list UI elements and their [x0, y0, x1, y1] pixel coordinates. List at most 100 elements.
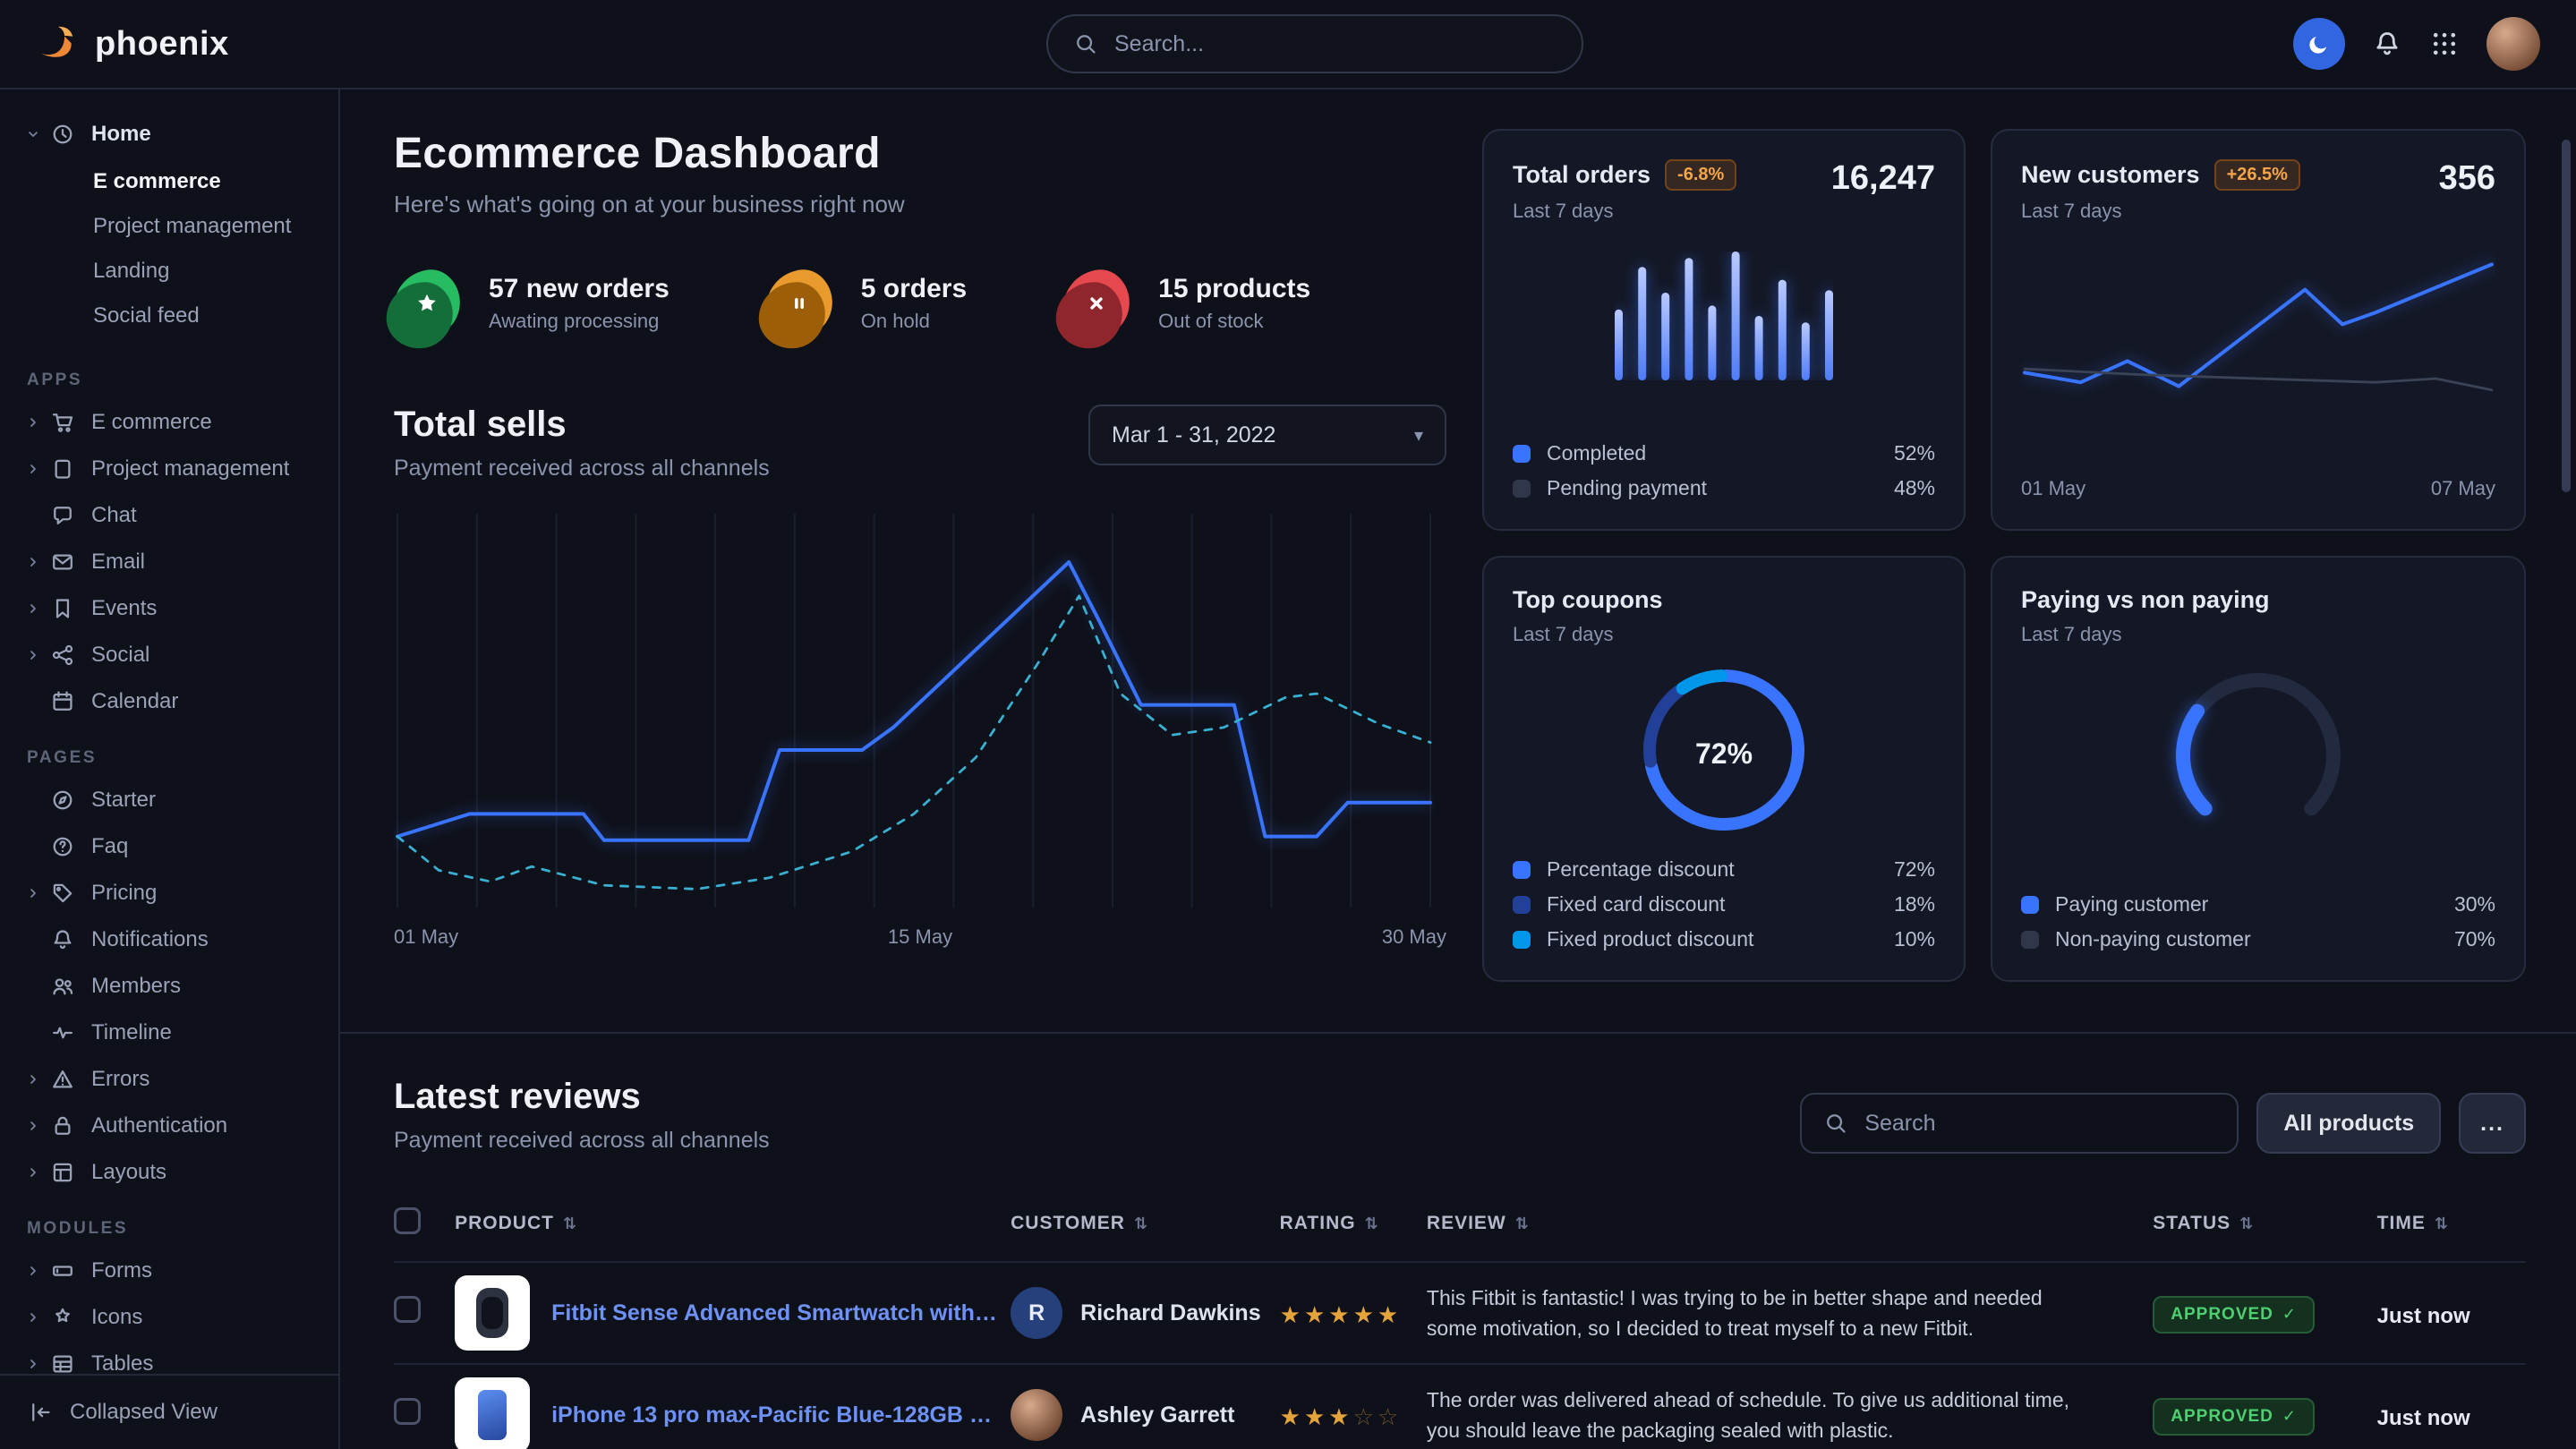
reviews-search[interactable]	[1800, 1093, 2239, 1154]
bell-icon	[2372, 29, 2402, 59]
sidebar-item-tables[interactable]: Tables	[0, 1341, 338, 1374]
sort-icon: ⇅	[1134, 1215, 1148, 1232]
sidebar-item-e-commerce[interactable]: E commerce	[0, 159, 338, 204]
x-axis-label: 01 May	[2021, 477, 2086, 500]
product-thumbnail	[455, 1377, 530, 1449]
column-header-rating[interactable]: RATING⇅	[1280, 1186, 1427, 1262]
sidebar-item-chat[interactable]: Chat	[0, 492, 338, 539]
review-time: Just now	[2377, 1304, 2470, 1328]
star-icon	[413, 289, 441, 318]
reviews-search-input[interactable]	[1864, 1111, 2215, 1137]
column-header-customer[interactable]: CUSTOMER⇅	[1011, 1186, 1280, 1262]
column-header-status[interactable]: STATUS⇅	[2153, 1186, 2376, 1262]
card-period: Last 7 days	[1513, 200, 1736, 223]
top-coupons-legend: Percentage discount 72% Fixed card disco…	[1513, 857, 1935, 951]
total-orders-bar-chart	[1615, 251, 1833, 380]
caret-right-icon	[25, 1164, 48, 1181]
caret-right-icon	[25, 1118, 48, 1134]
column-header-time[interactable]: TIME⇅	[2377, 1186, 2526, 1262]
search-icon	[1823, 1111, 1848, 1136]
product-link[interactable]: iPhone 13 pro max-Pacific Blue-128GB sto…	[551, 1402, 1000, 1428]
topbar-search[interactable]	[1046, 14, 1583, 73]
sidebar-item-icons[interactable]: Icons	[0, 1294, 338, 1341]
apps-grid-button[interactable]	[2429, 29, 2460, 59]
card-title: New customers	[2021, 161, 2200, 189]
sidebar-item-authentication[interactable]: Authentication	[0, 1103, 338, 1149]
sidebar-item-project-management[interactable]: Project management	[0, 446, 338, 492]
stat-out-of-stock: 15 products Out of stock	[1063, 270, 1310, 337]
total-sells-chart	[394, 514, 1434, 908]
sidebar-item-errors[interactable]: Errors	[0, 1056, 338, 1103]
column-header-review[interactable]: REVIEW⇅	[1427, 1186, 2153, 1262]
rating-stars: ★★★☆☆	[1280, 1403, 1403, 1430]
collapsed-view-toggle[interactable]: Collapsed View	[0, 1374, 338, 1449]
row-checkbox[interactable]	[394, 1398, 421, 1425]
stat-caption: Awating processing	[489, 310, 670, 333]
legend-item: Fixed card discount 18%	[1513, 892, 1935, 916]
card-title: Total orders	[1513, 161, 1651, 189]
brand[interactable]: phoenix	[36, 21, 337, 66]
search-input[interactable]	[1114, 31, 1557, 57]
sidebar-item-notifications[interactable]: Notifications	[0, 916, 338, 963]
x-axis-label: 15 May	[888, 925, 952, 949]
stat-orders-on-hold: 5 orders On hold	[766, 270, 967, 337]
phoenix-logo-icon	[36, 21, 81, 66]
sidebar-item-social[interactable]: Social	[0, 632, 338, 678]
top-coupons-card: Top coupons Last 7 days 72% Percentage d…	[1482, 556, 1966, 982]
legend-swatch	[1513, 896, 1531, 914]
legend-value: 30%	[2454, 892, 2495, 916]
chat-icon	[50, 503, 77, 528]
top-coupons-donut: 72%	[1642, 668, 1806, 840]
row-checkbox[interactable]	[394, 1296, 421, 1323]
scrollbar-thumb[interactable]	[2562, 140, 2571, 492]
card-period: Last 7 days	[2021, 623, 2270, 646]
sidebar: HomeE commerceProject managementLandingS…	[0, 89, 340, 1449]
sidebar-item-events[interactable]: Events	[0, 585, 338, 632]
sidebar-item-landing[interactable]: Landing	[0, 249, 338, 294]
sidebar-item-layouts[interactable]: Layouts	[0, 1149, 338, 1196]
review-time: Just now	[2377, 1406, 2470, 1430]
all-products-button[interactable]: All products	[2256, 1093, 2441, 1154]
sidebar-item-email[interactable]: Email	[0, 539, 338, 585]
card-period: Last 7 days	[1513, 623, 1662, 646]
select-all-checkbox[interactable]	[394, 1207, 421, 1234]
section-divider	[340, 1032, 2576, 1034]
page-subtitle: Here's what's going on at your business …	[394, 191, 1446, 218]
customer-avatar: R	[1011, 1287, 1062, 1339]
caret-right-icon	[25, 1309, 48, 1325]
sidebar-item-pricing[interactable]: Pricing	[0, 870, 338, 916]
check-icon: ✓	[2282, 1407, 2297, 1426]
column-header-product[interactable]: PRODUCT⇅	[455, 1186, 1011, 1262]
check-icon: ✓	[2282, 1305, 2297, 1324]
sidebar-item-home[interactable]: Home	[0, 111, 338, 158]
sidebar-item-project-management[interactable]: Project management	[0, 204, 338, 249]
topbar: phoenix	[0, 0, 2576, 89]
caret-right-icon	[25, 885, 48, 901]
notifications-button[interactable]	[2372, 29, 2402, 59]
sidebar-item-forms[interactable]: Forms	[0, 1248, 338, 1294]
new-customers-x-axis: 01 May 07 May	[2021, 463, 2495, 500]
more-options-button[interactable]: ...	[2459, 1093, 2526, 1154]
date-range-select[interactable]: Mar 1 - 31, 2022 ▾	[1088, 405, 1446, 465]
sidebar-item-members[interactable]: Members	[0, 963, 338, 1010]
user-avatar[interactable]	[2486, 17, 2540, 71]
total-orders-card: Total orders -6.8% Last 7 days 16,247 Co…	[1482, 129, 1966, 531]
sidebar-item-timeline[interactable]: Timeline	[0, 1010, 338, 1056]
sidebar-item-social-feed[interactable]: Social feed	[0, 294, 338, 338]
legend-label: Completed	[1547, 441, 1646, 465]
sidebar-item-e-commerce[interactable]: E commerce	[0, 399, 338, 446]
product-link[interactable]: Fitbit Sense Advanced Smartwatch with To…	[551, 1300, 1000, 1326]
topbar-actions	[2293, 17, 2540, 71]
caret-down-icon	[25, 126, 48, 142]
sort-icon: ⇅	[1515, 1215, 1530, 1232]
caret-right-icon	[25, 1356, 48, 1372]
caret-right-icon	[25, 601, 48, 617]
sidebar-item-faq[interactable]: Faq	[0, 823, 338, 870]
theme-toggle-button[interactable]	[2293, 18, 2345, 70]
sidebar-item-calendar[interactable]: Calendar	[0, 678, 338, 725]
total-sells-title: Total sells	[394, 405, 770, 445]
sidebar-item-starter[interactable]: Starter	[0, 777, 338, 823]
grid-icon	[2429, 29, 2460, 59]
status-badge: APPROVED✓	[2153, 1296, 2315, 1334]
customer-name: Ashley Garrett	[1080, 1402, 1234, 1428]
